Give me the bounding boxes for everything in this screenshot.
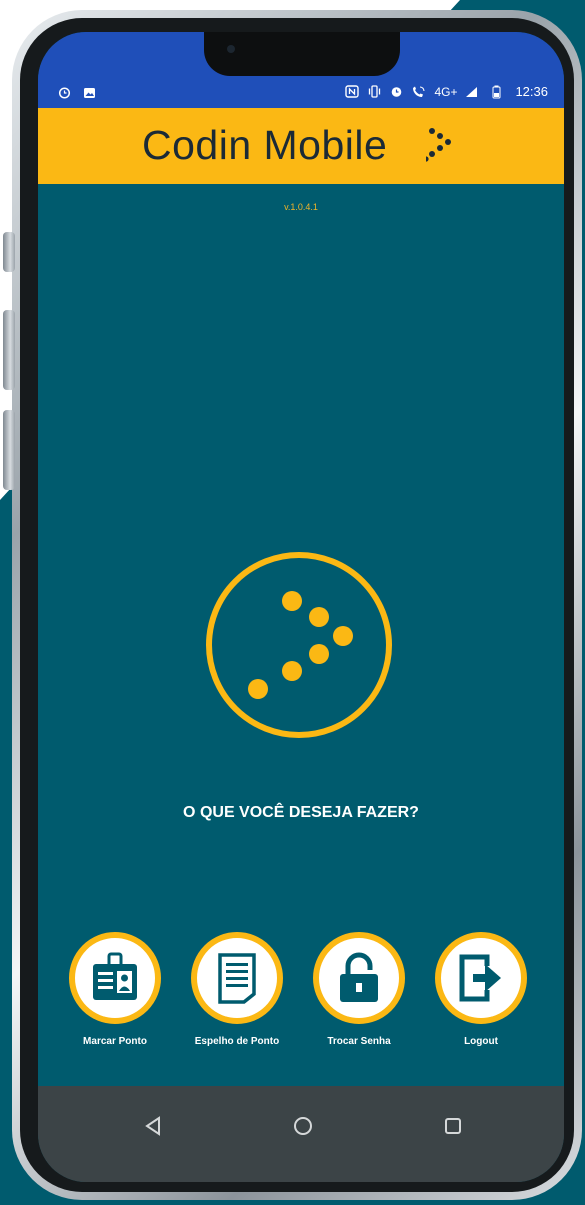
app-header: Codin Mobile bbox=[38, 108, 564, 184]
padlock-icon bbox=[340, 952, 378, 1002]
battery-icon bbox=[492, 85, 501, 98]
codin-logo-icon bbox=[206, 552, 392, 738]
action-label: Logout bbox=[464, 1036, 498, 1047]
action-circle[interactable] bbox=[313, 932, 405, 1024]
image-icon bbox=[84, 87, 95, 98]
phone-side-button bbox=[3, 410, 15, 490]
trocar-senha-button[interactable]: Trocar Senha bbox=[300, 932, 418, 1047]
status-left-icons bbox=[58, 86, 96, 99]
logo-dots-icon bbox=[426, 128, 451, 162]
alarm-icon bbox=[392, 87, 402, 97]
logout-icon bbox=[459, 954, 501, 1002]
vibrate-icon bbox=[369, 85, 381, 98]
phone-side-button bbox=[3, 310, 15, 390]
nfc-icon bbox=[345, 85, 360, 98]
home-icon[interactable] bbox=[293, 1116, 313, 1136]
id-badge-icon bbox=[93, 952, 137, 1000]
espelho-de-ponto-button[interactable]: Espelho de Ponto bbox=[178, 932, 296, 1047]
action-bar: Marcar Ponto Espelho de Ponto Trocar Sen… bbox=[56, 932, 546, 1068]
camera-notch bbox=[204, 32, 400, 76]
phone-screen: 4G+ 12:36 Codin Mobile v.1.0.4.1 O QUE V… bbox=[38, 32, 564, 1182]
action-label: Espelho de Ponto bbox=[194, 1036, 280, 1047]
action-circle[interactable] bbox=[69, 932, 161, 1024]
front-camera bbox=[227, 45, 235, 53]
signal-icon bbox=[466, 86, 478, 97]
status-time: 12:36 bbox=[515, 84, 548, 99]
logout-button[interactable]: Logout bbox=[422, 932, 540, 1047]
recents-icon[interactable] bbox=[444, 1116, 462, 1136]
main-question: O QUE VOCÊ DESEJA FAZER? bbox=[183, 804, 419, 821]
action-label: Marcar Ponto bbox=[83, 1036, 147, 1047]
wifi-call-icon bbox=[413, 86, 425, 97]
marcar-ponto-button[interactable]: Marcar Ponto bbox=[56, 932, 174, 1047]
phone-side-button bbox=[3, 232, 15, 272]
action-circle[interactable] bbox=[191, 932, 283, 1024]
app-version: v.1.0.4.1 bbox=[284, 202, 318, 212]
navigation-bar bbox=[38, 1086, 564, 1182]
action-circle[interactable] bbox=[435, 932, 527, 1024]
status-right-icons: 4G+ 12:36 bbox=[345, 84, 548, 99]
back-icon[interactable] bbox=[144, 1116, 162, 1136]
app-title: Codin Mobile bbox=[142, 122, 388, 168]
document-icon bbox=[218, 953, 256, 1004]
network-type: 4G+ bbox=[434, 84, 458, 99]
action-label: Trocar Senha bbox=[327, 1036, 391, 1047]
alarm-icon bbox=[58, 87, 71, 99]
